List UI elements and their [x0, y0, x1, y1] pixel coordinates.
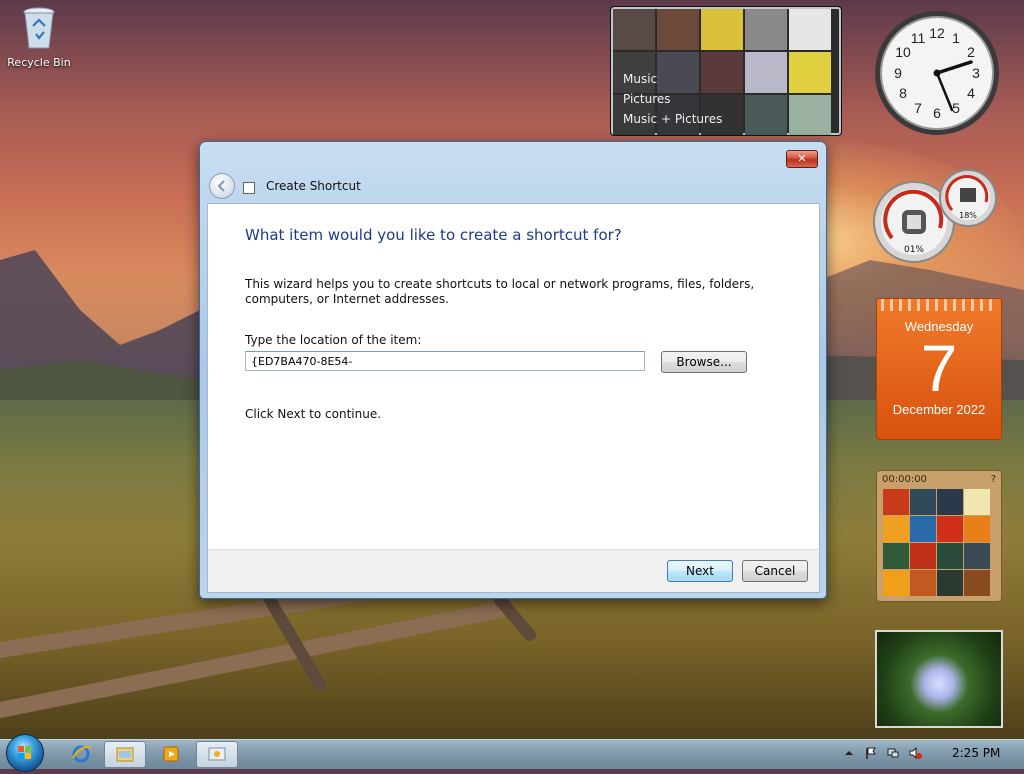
clock-number: 5 [952, 100, 960, 116]
cpu-usage: 01% [904, 245, 924, 255]
media-item-pictures[interactable]: Pictures [623, 89, 722, 109]
back-button[interactable] [209, 173, 235, 199]
dialog-title: Create Shortcut [266, 179, 361, 193]
calendar-gadget[interactable]: Wednesday 7 December 2022 [876, 298, 1002, 440]
back-arrow-icon [217, 180, 225, 192]
puzzle-piece[interactable] [964, 543, 990, 569]
puzzle-piece[interactable] [937, 543, 963, 569]
taskbar-internet-explorer[interactable] [60, 741, 102, 768]
thumbnail [745, 9, 787, 50]
media-player-icon [163, 746, 179, 762]
puzzle-piece[interactable] [937, 516, 963, 542]
clock-number: 7 [914, 100, 922, 116]
taskbar-clock[interactable]: 2:25 PM [952, 746, 1000, 760]
page-heading: What item would you like to create a sho… [245, 226, 622, 244]
taskbar-media-player[interactable] [150, 741, 192, 768]
clock-number: 11 [911, 30, 926, 46]
recycle-bin-graphic [23, 7, 55, 49]
clock-number: 1 [952, 30, 960, 46]
thumbnail [745, 95, 787, 135]
puzzle-piece[interactable] [964, 570, 990, 596]
media-item-music-pictures[interactable]: Music + Pictures [623, 109, 722, 129]
cpu-meter-gadget[interactable]: 01% 18% [872, 168, 1002, 264]
continue-instruction: Click Next to continue. [245, 407, 382, 421]
puzzle-piece[interactable] [883, 489, 909, 515]
thumbnail [789, 52, 831, 93]
puzzle-help-icon[interactable]: ? [991, 474, 996, 485]
clock-number: 8 [899, 85, 907, 101]
puzzle-piece[interactable] [964, 489, 990, 515]
dialog-content: What item would you like to create a sho… [208, 204, 819, 550]
puzzle-piece[interactable] [910, 543, 936, 569]
clock-number: 4 [967, 85, 975, 101]
dialog-footer: Next Cancel [208, 549, 819, 592]
thumbnail [701, 9, 743, 50]
thumbnail [745, 52, 787, 93]
clock-number: 3 [972, 65, 980, 81]
calendar-month-year: December 2022 [892, 402, 986, 417]
puzzle-piece[interactable] [883, 516, 909, 542]
recycle-bin-label: Recycle Bin [7, 56, 71, 69]
puzzle-piece[interactable] [910, 570, 936, 596]
media-item-music[interactable]: Music [623, 69, 722, 89]
dialog-body: What item would you like to create a sho… [207, 203, 820, 593]
clock-gadget[interactable]: 12 1 2 3 4 5 6 7 8 9 10 11 [874, 10, 1000, 136]
close-button[interactable]: ✕ [786, 150, 818, 168]
thumbnail [789, 95, 831, 135]
clock-number: 2 [967, 44, 975, 60]
paint-icon [208, 747, 226, 761]
notification-area [842, 742, 922, 764]
taskbar-paint[interactable] [196, 741, 238, 768]
puzzle-piece[interactable] [964, 516, 990, 542]
puzzle-toolbar: 00:00:00 ? [877, 471, 1001, 487]
media-center-gadget[interactable]: Music Pictures Music + Pictures [610, 6, 842, 136]
puzzle-board [883, 489, 990, 596]
puzzle-piece[interactable] [910, 516, 936, 542]
puzzle-piece[interactable] [937, 489, 963, 515]
puzzle-piece[interactable] [910, 489, 936, 515]
wizard-description: This wizard helps you to create shortcut… [245, 277, 755, 306]
shortcut-icon [243, 182, 255, 194]
recycle-bin-icon[interactable]: Recycle Bin [6, 6, 72, 69]
clock-number: 10 [895, 44, 911, 60]
puzzle-piece[interactable] [883, 543, 909, 569]
memory-usage: 18% [959, 211, 977, 220]
clock-number: 6 [933, 105, 941, 121]
thumbnail [613, 9, 655, 50]
taskbar-windows-explorer[interactable] [104, 741, 146, 768]
next-button[interactable]: Next [667, 560, 733, 582]
folder-icon [116, 747, 134, 762]
calendar-rings [881, 299, 997, 311]
puzzle-timer: 00:00:00 [882, 473, 927, 485]
calendar-day: 7 [920, 331, 958, 405]
location-label: Type the location of the item: [245, 333, 422, 347]
show-hidden-icons-icon[interactable] [842, 746, 856, 760]
media-center-menu: Music Pictures Music + Pictures [623, 69, 722, 129]
network-icon[interactable] [886, 746, 900, 760]
puzzle-piece[interactable] [937, 570, 963, 596]
clock-number: 9 [894, 65, 902, 81]
picture-puzzle-gadget[interactable]: 00:00:00 ? [876, 470, 1002, 602]
create-shortcut-dialog: ✕ Create Shortcut What item would you li… [199, 141, 827, 599]
browse-button[interactable]: Browse... [661, 351, 747, 373]
start-button[interactable] [6, 734, 44, 772]
internet-explorer-icon [72, 745, 92, 763]
thumbnail [789, 9, 831, 50]
location-input[interactable] [245, 351, 645, 371]
thumbnail [657, 9, 699, 50]
volume-muted-icon[interactable] [908, 746, 922, 760]
action-center-flag-icon[interactable] [864, 746, 878, 760]
windows-logo-icon [18, 746, 31, 759]
puzzle-piece[interactable] [883, 570, 909, 596]
clock-number: 12 [929, 25, 945, 41]
cancel-button[interactable]: Cancel [742, 560, 808, 582]
slideshow-gadget[interactable] [875, 630, 1003, 728]
